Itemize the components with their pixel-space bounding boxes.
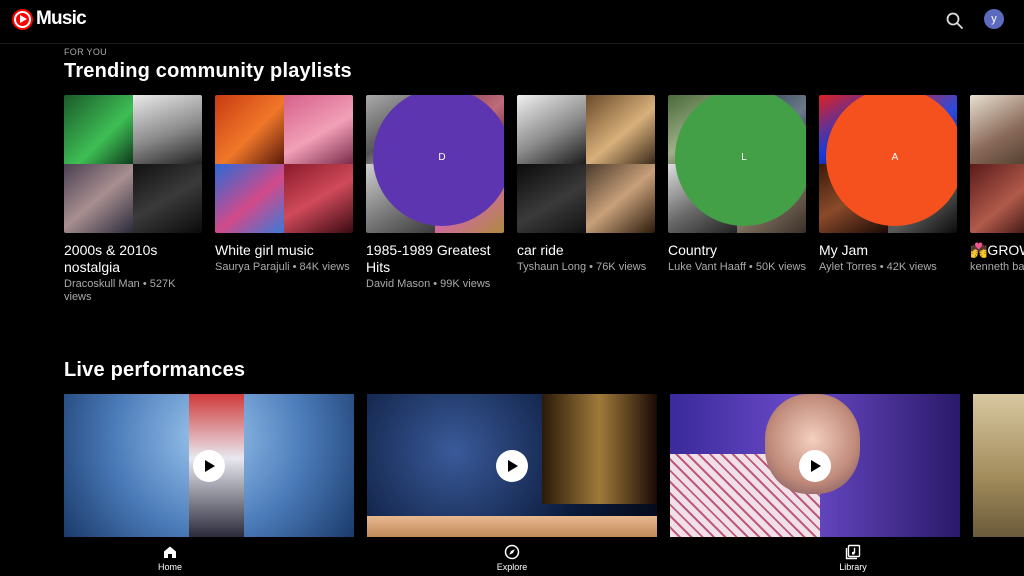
playlist-card[interactable]: D 1985-1989 Greatest Hits David Mason • … [366, 95, 504, 291]
stage-floor [367, 516, 657, 537]
playlist-subtitle: David Mason • 99K views [366, 278, 491, 290]
video-card[interactable] [670, 394, 960, 537]
video-card[interactable] [973, 394, 1024, 537]
compass-icon [504, 544, 520, 560]
nav-explore-label: Explore [496, 562, 528, 572]
video-thumbnail [973, 394, 1024, 537]
playlist-title: car ride [517, 242, 564, 258]
playlist-artwork [970, 95, 1024, 233]
search-icon [946, 12, 963, 29]
playlist-card[interactable]: White girl music Saurya Parajuli • 84K v… [215, 95, 353, 274]
playlist-card[interactable]: car ride Tyshaun Long • 76K views [517, 95, 655, 274]
playlist-subtitle: Luke Vant Haaff • 50K views [668, 261, 806, 273]
search-button[interactable] [943, 9, 967, 33]
playlist-title: 2000s & 2010s nostalgia [64, 242, 158, 275]
logo-icon [12, 8, 33, 30]
playlist-card[interactable]: A My Jam Aylet Torres • 42K views [819, 95, 957, 274]
nav-explore[interactable]: Explore [482, 544, 542, 572]
bottom-navigation: Home Explore Library [0, 538, 1024, 576]
account-avatar[interactable]: y [984, 9, 1004, 29]
playlist-title: Country [668, 242, 718, 258]
youtube-music-logo[interactable]: Music [12, 8, 87, 30]
home-icon [164, 546, 176, 558]
playlist-artwork [517, 95, 655, 233]
play-icon [508, 459, 518, 472]
play-icon [205, 459, 215, 472]
playlist-title: 💏GROW 🥳 [970, 242, 1024, 258]
logo-text: Music [36, 8, 87, 29]
playlist-artwork: L [668, 95, 806, 233]
playlist-subtitle: Tyshaun Long • 76K views [517, 261, 647, 273]
section-eyebrow: FOR YOU [64, 47, 107, 57]
playlist-title: 1985-1989 Greatest Hits [366, 242, 491, 275]
play-button[interactable] [193, 449, 225, 482]
section-title-live: Live performances [64, 359, 246, 381]
playlist-title: My Jam [819, 242, 868, 258]
playlist-subtitle: Dracoskull Man • 527K views [64, 278, 176, 303]
video-card[interactable] [367, 394, 657, 537]
playlist-subtitle: Aylet Torres • 42K views [819, 261, 937, 273]
playlist-card[interactable]: 💏GROW 🥳 kenneth ba [970, 95, 1024, 274]
section-title-trending: Trending community playlists [64, 60, 352, 82]
nav-home-label: Home [157, 562, 182, 572]
play-button[interactable] [496, 449, 528, 482]
top-bar: Music y [0, 0, 1024, 44]
playlist-card[interactable]: L Country Luke Vant Haaff • 50K views [668, 95, 806, 274]
playlist-subtitle: kenneth ba [970, 261, 1024, 273]
playlist-title: White girl music [215, 242, 314, 258]
library-icon [845, 544, 861, 560]
stage-lights [542, 394, 657, 504]
playlist-artwork [215, 95, 353, 233]
play-icon [811, 459, 821, 472]
playlist-artwork: A [819, 95, 957, 233]
playlist-card[interactable]: 2000s & 2010s nostalgia Dracoskull Man •… [64, 95, 202, 304]
play-button[interactable] [799, 449, 831, 482]
nav-library-label: Library [839, 562, 867, 572]
playlist-artwork [64, 95, 202, 233]
video-card[interactable] [64, 394, 354, 537]
nav-home[interactable]: Home [140, 544, 200, 572]
playlist-subtitle: Saurya Parajuli • 84K views [215, 261, 350, 273]
nav-library[interactable]: Library [823, 544, 883, 572]
playlist-artwork: D [366, 95, 504, 233]
